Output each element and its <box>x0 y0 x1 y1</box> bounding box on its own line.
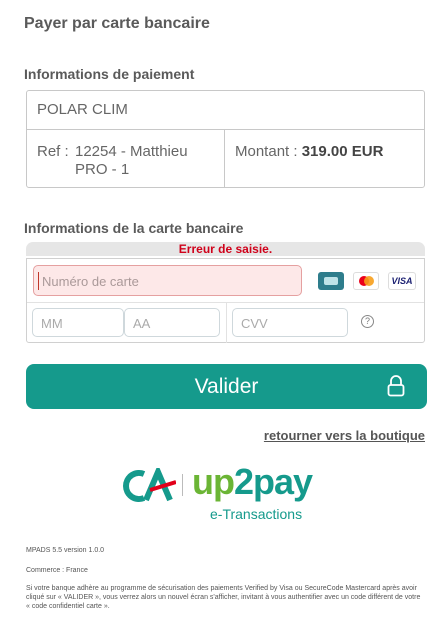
lock-icon <box>387 375 405 397</box>
validate-button[interactable]: Valider <box>26 364 427 409</box>
merchant-name: POLAR CLIM <box>37 101 128 118</box>
validate-label: Valider <box>194 375 259 398</box>
order-reference: Ref : 12254 - Matthieu PRO - 1 <box>37 143 215 179</box>
amount-label: Montant : <box>235 143 298 160</box>
divider <box>182 474 183 496</box>
brand-logos: up2pay e-Transactions <box>120 462 340 526</box>
ref-label: Ref : <box>37 143 69 160</box>
card-number-input[interactable]: Numéro de carte <box>33 265 302 296</box>
expiry-year-input[interactable]: AA <box>124 308 220 337</box>
ref-value: 12254 - Matthieu PRO - 1 <box>75 143 188 178</box>
card-form: Numéro de carte VISA MM AA CVV ? <box>26 258 425 343</box>
expiry-month-input[interactable]: MM <box>32 308 124 337</box>
commerce-text: Commerce : France <box>26 567 88 574</box>
etransactions-tagline: e-Transactions <box>210 506 303 522</box>
text-cursor <box>38 272 39 290</box>
credit-agricole-logo-icon <box>123 468 176 502</box>
back-to-shop-link[interactable]: retourner vers la boutique <box>264 428 425 443</box>
help-icon[interactable]: ? <box>361 315 374 328</box>
card-number-placeholder: Numéro de carte <box>42 274 139 289</box>
visa-icon[interactable]: VISA <box>388 272 416 290</box>
order-amount: Montant : 319.00 EUR <box>235 143 383 160</box>
card-info-title: Informations de la carte bancaire <box>24 220 244 236</box>
page-title: Payer par carte bancaire <box>24 15 210 32</box>
cvv-input[interactable]: CVV <box>232 308 348 337</box>
divider <box>27 129 424 130</box>
up2pay-up: up <box>192 461 235 502</box>
error-message: Erreur de saisie. <box>178 242 273 256</box>
cb-icon[interactable] <box>318 272 344 290</box>
amount-value: 319.00 EUR <box>301 143 384 160</box>
divider <box>224 129 225 188</box>
mastercard-icon[interactable] <box>353 272 379 290</box>
version-text: MPADS 5.5 version 1.0.0 <box>26 547 105 554</box>
security-notice: Si votre banque adhère au programme de s… <box>26 585 421 610</box>
divider <box>226 303 227 343</box>
up2pay-pay: 2pay <box>233 461 313 502</box>
up2pay-logo: up2pay <box>192 461 313 502</box>
payment-info-title: Informations de paiement <box>24 66 195 82</box>
error-banner: Erreur de saisie. <box>26 242 425 256</box>
payment-info-box: POLAR CLIM Ref : 12254 - Matthieu PRO - 1… <box>26 90 425 188</box>
